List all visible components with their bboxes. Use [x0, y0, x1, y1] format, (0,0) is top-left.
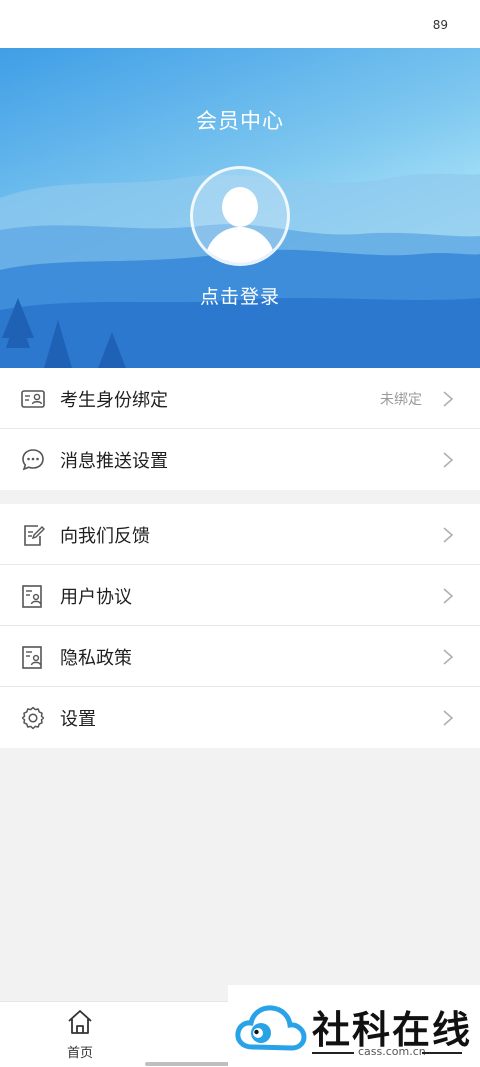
- menu-item-label: 考生身份绑定: [60, 390, 168, 411]
- battery-level: 89: [432, 18, 448, 32]
- id-card-icon: [21, 390, 45, 408]
- chevron-right-icon: [443, 391, 454, 407]
- watermark-rule-left: [312, 1052, 354, 1054]
- chevron-right-icon: [443, 588, 454, 604]
- login-link[interactable]: 点击登录: [0, 282, 480, 309]
- chat-bubble-icon: [22, 449, 44, 471]
- gear-icon: [21, 706, 45, 730]
- menu-item-label: 设置: [60, 709, 96, 730]
- menu-group-general: 向我们反馈 用户协议 隐私政策 设置: [0, 504, 480, 748]
- avatar-body-shape: [205, 227, 275, 263]
- menu-item-identity-binding[interactable]: 考生身份绑定 未绑定: [0, 368, 480, 429]
- avatar-head-shape: [222, 187, 258, 227]
- watermark: 社科在线 cass.com.cn: [228, 985, 480, 1067]
- document-user-icon: [22, 646, 42, 669]
- tab-home-label: 首页: [66, 1046, 93, 1061]
- document-user-icon: [22, 585, 42, 608]
- menu-item-user-agreement[interactable]: 用户协议: [0, 565, 480, 626]
- menu-item-label: 隐私政策: [60, 648, 132, 669]
- chevron-right-icon: [443, 710, 454, 726]
- menu-item-label: 用户协议: [60, 587, 132, 608]
- menu-item-settings[interactable]: 设置: [0, 687, 480, 748]
- avatar[interactable]: [190, 166, 290, 266]
- status-bar: 89: [0, 0, 480, 48]
- menu-item-feedback[interactable]: 向我们反馈: [0, 504, 480, 565]
- tab-home[interactable]: 首页: [55, 1008, 105, 1061]
- home-icon: [68, 1010, 92, 1034]
- menu-item-label: 消息推送设置: [60, 451, 168, 472]
- binding-status: 未绑定: [380, 392, 422, 408]
- menu-item-privacy-policy[interactable]: 隐私政策: [0, 626, 480, 687]
- page-title: 会员中心: [196, 109, 284, 133]
- profile-header: 会员中心 点击登录: [0, 48, 480, 368]
- menu-item-label: 向我们反馈: [60, 526, 150, 547]
- watermark-rule-right: [422, 1052, 462, 1054]
- chevron-right-icon: [443, 452, 454, 468]
- menu-item-push-settings[interactable]: 消息推送设置: [0, 429, 480, 490]
- chevron-right-icon: [443, 527, 454, 543]
- menu-group-account: 考生身份绑定 未绑定 消息推送设置: [0, 368, 480, 490]
- edit-document-icon: [24, 525, 45, 546]
- chevron-right-icon: [443, 649, 454, 665]
- cloud-logo-icon: [235, 1005, 307, 1051]
- watermark-url: cass.com.cn: [358, 1045, 426, 1058]
